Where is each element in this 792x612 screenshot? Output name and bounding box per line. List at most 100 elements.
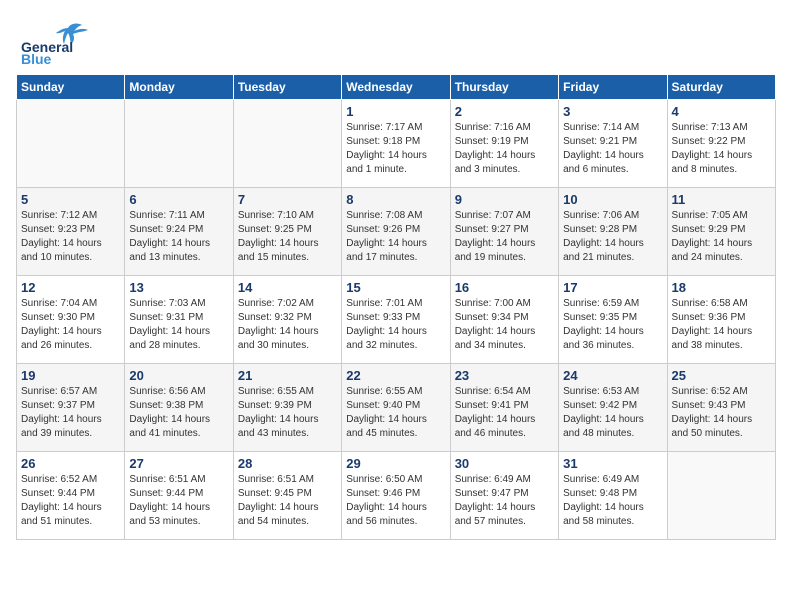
- calendar-week-row: 5 Sunrise: 7:12 AMSunset: 9:23 PMDaylight…: [17, 188, 776, 276]
- day-number: 11: [672, 192, 771, 207]
- calendar-week-row: 1Sunrise: 7:17 AMSunset: 9:18 PMDaylight…: [17, 100, 776, 188]
- calendar-cell: 5 Sunrise: 7:12 AMSunset: 9:23 PMDaylight…: [17, 188, 125, 276]
- calendar-cell: [17, 100, 125, 188]
- page-header: General Blue: [16, 16, 776, 66]
- day-number: 29: [346, 456, 445, 471]
- day-header-monday: Monday: [125, 75, 233, 100]
- day-number: 14: [238, 280, 337, 295]
- day-number: 27: [129, 456, 228, 471]
- logo: General Blue: [16, 16, 106, 66]
- calendar-cell: 27 Sunrise: 6:51 AMSunset: 9:44 PMDayligh…: [125, 452, 233, 540]
- calendar-cell: 25 Sunrise: 6:52 AMSunset: 9:43 PMDayligh…: [667, 364, 775, 452]
- day-header-saturday: Saturday: [667, 75, 775, 100]
- calendar-cell: [233, 100, 341, 188]
- day-info: Sunrise: 7:16 AMSunset: 9:19 PMDaylight:…: [455, 121, 554, 177]
- day-info: Sunrise: 6:53 AMSunset: 9:42 PMDaylight:…: [563, 385, 662, 441]
- day-number: 26: [21, 456, 120, 471]
- day-number: 1: [346, 104, 445, 119]
- day-info: Sunrise: 6:55 AMSunset: 9:39 PMDaylight:…: [238, 385, 337, 441]
- calendar-cell: 12 Sunrise: 7:04 AMSunset: 9:30 PMDayligh…: [17, 276, 125, 364]
- calendar-table: SundayMondayTuesdayWednesdayThursdayFrid…: [16, 74, 776, 540]
- day-header-wednesday: Wednesday: [342, 75, 450, 100]
- day-info: Sunrise: 7:11 AMSunset: 9:24 PMDaylight:…: [129, 209, 228, 265]
- calendar-cell: 31 Sunrise: 6:49 AMSunset: 9:48 PMDayligh…: [559, 452, 667, 540]
- day-info: Sunrise: 6:51 AMSunset: 9:44 PMDaylight:…: [129, 473, 228, 529]
- day-info: Sunrise: 6:52 AMSunset: 9:44 PMDaylight:…: [21, 473, 120, 529]
- calendar-cell: 10Sunrise: 7:06 AMSunset: 9:28 PMDayligh…: [559, 188, 667, 276]
- day-number: 18: [672, 280, 771, 295]
- day-info: Sunrise: 6:51 AMSunset: 9:45 PMDaylight:…: [238, 473, 337, 529]
- calendar-cell: 29 Sunrise: 6:50 AMSunset: 9:46 PMDayligh…: [342, 452, 450, 540]
- calendar-cell: 2 Sunrise: 7:16 AMSunset: 9:19 PMDaylight…: [450, 100, 558, 188]
- calendar-cell: 23 Sunrise: 6:54 AMSunset: 9:41 PMDayligh…: [450, 364, 558, 452]
- day-header-thursday: Thursday: [450, 75, 558, 100]
- day-number: 7: [238, 192, 337, 207]
- day-info: Sunrise: 7:03 AMSunset: 9:31 PMDaylight:…: [129, 297, 228, 353]
- calendar-cell: 24 Sunrise: 6:53 AMSunset: 9:42 PMDayligh…: [559, 364, 667, 452]
- calendar-cell: [125, 100, 233, 188]
- day-info: Sunrise: 7:00 AMSunset: 9:34 PMDaylight:…: [455, 297, 554, 353]
- day-number: 17: [563, 280, 662, 295]
- day-info: Sunrise: 7:14 AMSunset: 9:21 PMDaylight:…: [563, 121, 662, 177]
- day-info: Sunrise: 6:57 AMSunset: 9:37 PMDaylight:…: [21, 385, 120, 441]
- calendar-cell: [667, 452, 775, 540]
- calendar-cell: 30 Sunrise: 6:49 AMSunset: 9:47 PMDayligh…: [450, 452, 558, 540]
- day-header-tuesday: Tuesday: [233, 75, 341, 100]
- day-number: 31: [563, 456, 662, 471]
- calendar-cell: 20Sunrise: 6:56 AMSunset: 9:38 PMDayligh…: [125, 364, 233, 452]
- day-info: Sunrise: 7:07 AMSunset: 9:27 PMDaylight:…: [455, 209, 554, 265]
- day-number: 28: [238, 456, 337, 471]
- calendar-cell: 28 Sunrise: 6:51 AMSunset: 9:45 PMDayligh…: [233, 452, 341, 540]
- calendar-cell: 3 Sunrise: 7:14 AMSunset: 9:21 PMDaylight…: [559, 100, 667, 188]
- calendar-week-row: 26 Sunrise: 6:52 AMSunset: 9:44 PMDayligh…: [17, 452, 776, 540]
- day-info: Sunrise: 7:01 AMSunset: 9:33 PMDaylight:…: [346, 297, 445, 353]
- calendar-cell: 7 Sunrise: 7:10 AMSunset: 9:25 PMDaylight…: [233, 188, 341, 276]
- day-info: Sunrise: 7:13 AMSunset: 9:22 PMDaylight:…: [672, 121, 771, 177]
- day-number: 30: [455, 456, 554, 471]
- day-number: 21: [238, 368, 337, 383]
- calendar-cell: 16 Sunrise: 7:00 AMSunset: 9:34 PMDayligh…: [450, 276, 558, 364]
- day-header-friday: Friday: [559, 75, 667, 100]
- day-info: Sunrise: 7:04 AMSunset: 9:30 PMDaylight:…: [21, 297, 120, 353]
- day-info: Sunrise: 7:06 AMSunset: 9:28 PMDaylight:…: [563, 209, 662, 265]
- day-info: Sunrise: 7:12 AMSunset: 9:23 PMDaylight:…: [21, 209, 120, 265]
- day-number: 5: [21, 192, 120, 207]
- calendar-cell: 4Sunrise: 7:13 AMSunset: 9:22 PMDaylight…: [667, 100, 775, 188]
- day-number: 12: [21, 280, 120, 295]
- day-number: 24: [563, 368, 662, 383]
- day-number: 13: [129, 280, 228, 295]
- day-info: Sunrise: 6:55 AMSunset: 9:40 PMDaylight:…: [346, 385, 445, 441]
- day-info: Sunrise: 6:59 AMSunset: 9:35 PMDaylight:…: [563, 297, 662, 353]
- calendar-cell: 22 Sunrise: 6:55 AMSunset: 9:40 PMDayligh…: [342, 364, 450, 452]
- day-number: 9: [455, 192, 554, 207]
- calendar-cell: 21 Sunrise: 6:55 AMSunset: 9:39 PMDayligh…: [233, 364, 341, 452]
- calendar-cell: 14 Sunrise: 7:02 AMSunset: 9:32 PMDayligh…: [233, 276, 341, 364]
- calendar-cell: 8 Sunrise: 7:08 AMSunset: 9:26 PMDaylight…: [342, 188, 450, 276]
- day-info: Sunrise: 7:08 AMSunset: 9:26 PMDaylight:…: [346, 209, 445, 265]
- calendar-cell: 9 Sunrise: 7:07 AMSunset: 9:27 PMDaylight…: [450, 188, 558, 276]
- calendar-cell: 17 Sunrise: 6:59 AMSunset: 9:35 PMDayligh…: [559, 276, 667, 364]
- calendar-cell: 6 Sunrise: 7:11 AMSunset: 9:24 PMDaylight…: [125, 188, 233, 276]
- day-number: 22: [346, 368, 445, 383]
- day-info: Sunrise: 6:50 AMSunset: 9:46 PMDaylight:…: [346, 473, 445, 529]
- day-number: 25: [672, 368, 771, 383]
- day-info: Sunrise: 7:02 AMSunset: 9:32 PMDaylight:…: [238, 297, 337, 353]
- calendar-header-row: SundayMondayTuesdayWednesdayThursdayFrid…: [17, 75, 776, 100]
- day-info: Sunrise: 6:54 AMSunset: 9:41 PMDaylight:…: [455, 385, 554, 441]
- day-number: 16: [455, 280, 554, 295]
- day-number: 3: [563, 104, 662, 119]
- day-number: 6: [129, 192, 228, 207]
- calendar-cell: 18 Sunrise: 6:58 AMSunset: 9:36 PMDayligh…: [667, 276, 775, 364]
- day-number: 20: [129, 368, 228, 383]
- calendar-cell: 19Sunrise: 6:57 AMSunset: 9:37 PMDayligh…: [17, 364, 125, 452]
- day-number: 2: [455, 104, 554, 119]
- day-number: 23: [455, 368, 554, 383]
- day-info: Sunrise: 7:05 AMSunset: 9:29 PMDaylight:…: [672, 209, 771, 265]
- day-info: Sunrise: 7:10 AMSunset: 9:25 PMDaylight:…: [238, 209, 337, 265]
- day-info: Sunrise: 6:49 AMSunset: 9:47 PMDaylight:…: [455, 473, 554, 529]
- calendar-cell: 1Sunrise: 7:17 AMSunset: 9:18 PMDaylight…: [342, 100, 450, 188]
- day-info: Sunrise: 6:52 AMSunset: 9:43 PMDaylight:…: [672, 385, 771, 441]
- day-info: Sunrise: 6:58 AMSunset: 9:36 PMDaylight:…: [672, 297, 771, 353]
- day-number: 8: [346, 192, 445, 207]
- day-info: Sunrise: 6:49 AMSunset: 9:48 PMDaylight:…: [563, 473, 662, 529]
